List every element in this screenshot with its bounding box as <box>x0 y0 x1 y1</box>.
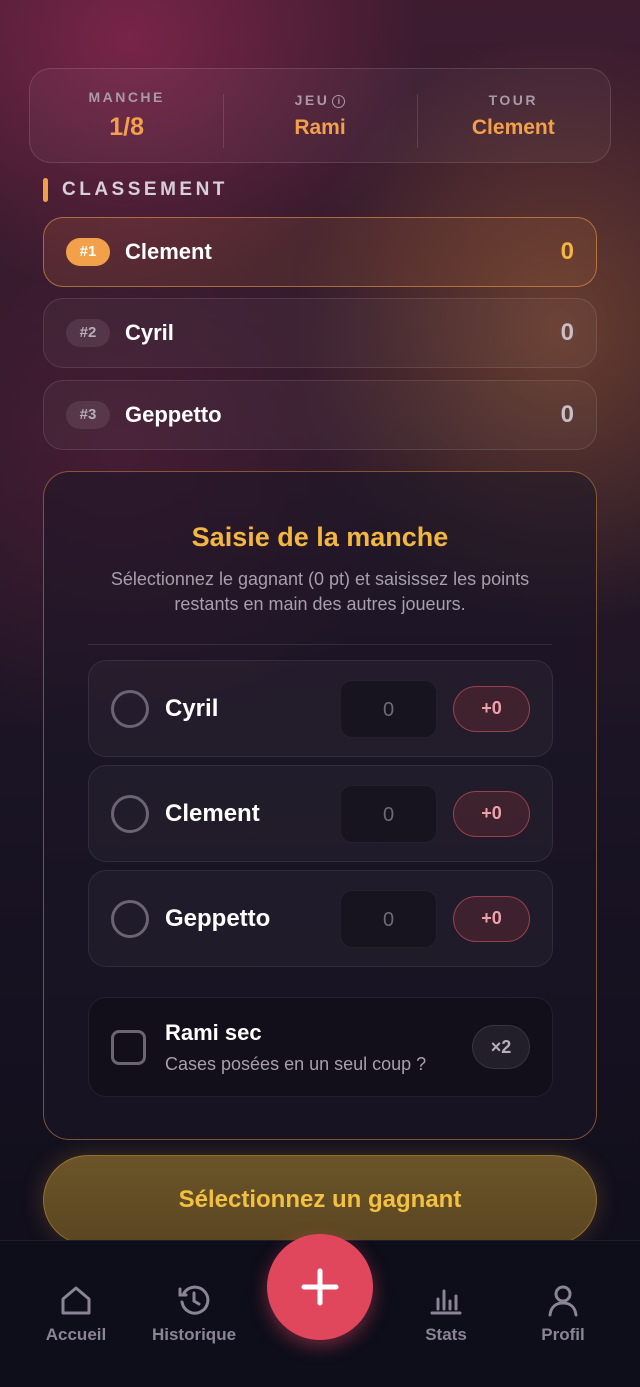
profile-icon <box>548 1285 578 1317</box>
rank-score: 0 <box>560 319 574 346</box>
plus-icon <box>301 1268 339 1306</box>
player-name: Geppetto <box>165 904 271 932</box>
player-name: Cyril <box>165 694 219 722</box>
nav-stats[interactable]: Stats <box>386 1283 506 1345</box>
rank-badge: #2 <box>66 319 110 347</box>
ranking-row: #1 Clement 0 <box>43 217 597 287</box>
manche-stat: MANCHE 1/8 <box>30 89 223 142</box>
jeu-stat[interactable]: JEU i Rami <box>223 91 416 148</box>
points-input[interactable]: 0 <box>340 784 437 843</box>
nav-profil[interactable]: Profil <box>503 1283 623 1345</box>
player-entry-row[interactable]: Cyril 0 +0 <box>88 660 553 757</box>
tour-label: TOUR <box>488 91 539 108</box>
points-input[interactable]: 0 <box>340 679 437 738</box>
rami-sec-title: Rami sec <box>165 1019 262 1045</box>
rami-sec-checkbox[interactable] <box>111 1029 146 1065</box>
winner-radio[interactable] <box>111 899 149 938</box>
rank-badge: #3 <box>66 401 110 429</box>
nav-accueil[interactable]: Accueil <box>16 1283 136 1345</box>
add-round-fab[interactable] <box>267 1234 373 1340</box>
jeu-value: Rami <box>294 115 346 139</box>
rami-sec-subtitle: Cases posées en un seul coup ? <box>165 1053 427 1074</box>
rank-player-name: Geppetto <box>125 402 222 427</box>
points-input[interactable]: 0 <box>340 889 437 948</box>
nav-label: Stats <box>425 1325 467 1344</box>
round-info-card: MANCHE 1/8 JEU i Rami TOUR Clement <box>29 68 611 163</box>
ranking-row: #3 Geppetto 0 <box>43 380 597 450</box>
player-entry-row[interactable]: Clement 0 +0 <box>88 765 553 862</box>
history-icon <box>178 1285 210 1315</box>
multiplier-badge: ×2 <box>472 1025 530 1069</box>
tour-value: Clement <box>471 115 555 139</box>
nav-label: Accueil <box>45 1325 107 1344</box>
rami-sec-option[interactable]: Rami sec Cases posées en un seul coup ? … <box>88 997 553 1097</box>
select-winner-button[interactable]: Sélectionnez un gagnant <box>43 1155 597 1245</box>
entry-title: Saisie de la manche <box>191 522 449 552</box>
round-entry-card: Saisie de la manche Sélectionnez le gagn… <box>43 471 597 1140</box>
player-name: Clement <box>165 799 260 827</box>
nav-label: Historique <box>151 1325 237 1344</box>
add-points-button[interactable]: +0 <box>453 790 530 837</box>
manche-label: MANCHE <box>88 89 165 105</box>
rank-player-name: Clement <box>125 239 212 264</box>
classement-title: CLASSEMENT <box>62 179 228 200</box>
rank-player-name: Cyril <box>125 320 174 345</box>
rank-score: 0 <box>560 401 574 428</box>
manche-value: 1/8 <box>109 113 145 141</box>
nav-label: Profil <box>541 1325 585 1344</box>
winner-radio[interactable] <box>111 689 149 728</box>
section-accent-bar <box>43 178 48 202</box>
ranking-row: #2 Cyril 0 <box>43 298 597 368</box>
tour-stat: TOUR Clement <box>416 91 610 148</box>
stats-icon <box>430 1289 462 1315</box>
add-points-button[interactable]: +0 <box>453 895 530 942</box>
rank-score: 0 <box>560 238 574 265</box>
home-icon <box>61 1286 91 1315</box>
classement-header: CLASSEMENT <box>43 178 228 202</box>
entry-subtitle: Sélectionnez le gagnant (0 pt) et saisis… <box>110 569 530 614</box>
nav-historique[interactable]: Historique <box>134 1283 254 1345</box>
player-entry-row[interactable]: Geppetto 0 +0 <box>88 870 553 967</box>
divider <box>88 644 552 645</box>
info-icon[interactable]: i <box>332 94 346 108</box>
jeu-label: JEU <box>294 91 330 108</box>
winner-radio[interactable] <box>111 794 149 833</box>
rank-badge: #1 <box>66 238 110 266</box>
add-points-button[interactable]: +0 <box>453 685 530 732</box>
